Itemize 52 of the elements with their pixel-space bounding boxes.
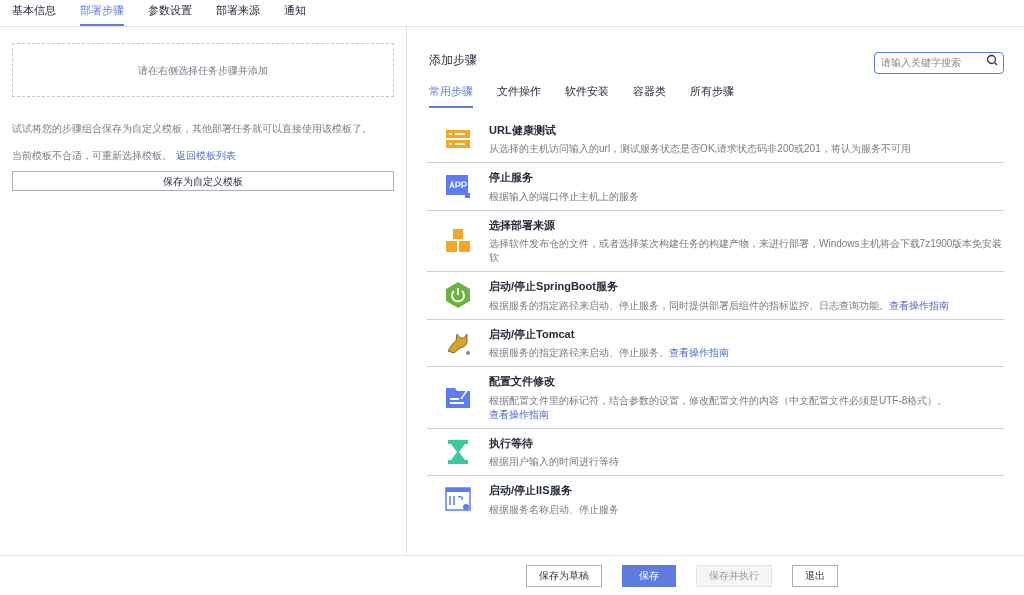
template-list-link[interactable]: 返回模板列表: [176, 148, 236, 163]
step-category-tab[interactable]: 容器类: [633, 83, 666, 108]
app-icon: [444, 172, 472, 201]
power-icon: [444, 281, 472, 310]
search-field[interactable]: 请输入关键字搜索: [874, 51, 1004, 74]
step-category-tab[interactable]: 常用步骤: [429, 83, 473, 108]
tab[interactable]: 通知: [284, 1, 306, 26]
save-template-button[interactable]: 保存为自定义模板: [12, 171, 394, 191]
window-icon: [444, 485, 472, 514]
step-description: 根据服务的指定路径来启动、停止服务。查看操作指南: [489, 346, 730, 360]
step-category-tab[interactable]: 所有步骤: [690, 83, 734, 108]
step-description: 根据服务的指定路径来启动、停止服务，同时提供部署后组件的指标监控、日志查询功能。查看操作指南: [489, 298, 950, 313]
step-title: 配置文件修改: [489, 374, 556, 389]
step-description: 从选择的主机访问输入的url，测试服务状态是否OK,请求状态码非200或201，将认为服务不可用: [489, 142, 912, 156]
step-category-tab[interactable]: 软件安装: [565, 83, 609, 108]
step-description: 选择软件发布仓的文件，或者选择某次构建任务的构建产物，来进行部署，Windows主机将会下载7z1900版本免安装软: [489, 237, 1004, 265]
step-title: 执行等待: [489, 435, 534, 451]
step-title: 启动/停止Tomcat: [489, 326, 576, 342]
template-tip: 试试将您的步骤组合保存为自定义模板，其他部署任务就可以直接使用该模板了。: [12, 122, 373, 136]
search-icon: [986, 54, 998, 66]
step-description: 根据输入的端口停止主机上的服务: [489, 189, 640, 204]
footer-button[interactable]: 保存为草稿: [526, 564, 602, 587]
tab[interactable]: 参数设置: [148, 1, 192, 26]
step-item[interactable]: 启动/停止Tomcat 根据服务的指定路径来启动、停止服务。查看操作指南: [427, 319, 1004, 367]
guide-link[interactable]: 查看操作指南: [889, 299, 949, 311]
step-description: 根据配置文件里的标记符，结合参数的设置，修改配置文件的内容（中文配置文件必须是UTF-8格式）。 查看操作指南: [489, 393, 949, 422]
step-item[interactable]: 选择部署来源 选择软件发布仓的文件，或者选择某次构建任务的构建产物，来进行部署，Windows主机将会下载7z1900版本免安装软: [427, 210, 1004, 272]
guide-link[interactable]: 查看操作指南: [669, 347, 729, 358]
step-item[interactable]: URL健康测试 从选择的主机访问输入的url，测试服务状态是否OK,请求状态码非200或201，将认为服务不可用: [427, 115, 1004, 163]
step-item[interactable]: 执行等待 根据用户输入的时间进行等待: [427, 428, 1004, 476]
step-item[interactable]: 启动/停止IIS服务 根据服务名称启动、停止服务: [427, 476, 1004, 523]
footer-button[interactable]: 退出: [792, 564, 838, 587]
footer-button[interactable]: 保存: [622, 564, 676, 587]
step-title: 停止服务: [489, 170, 534, 185]
step-title: 启动/停止IIS服务: [489, 483, 573, 498]
boxes-icon: [444, 226, 472, 255]
step-description: 根据用户输入的时间进行等待: [489, 455, 620, 469]
tab[interactable]: 部署来源: [216, 1, 260, 26]
guide-link[interactable]: 查看操作指南: [489, 408, 549, 420]
step-item[interactable]: 配置文件修改 根据配置文件里的标记符，结合参数的设置，修改配置文件的内容（中文配置文件必须是UTF-8格式）。 查看操作指南: [427, 367, 1004, 429]
tab[interactable]: 基本信息: [12, 1, 56, 26]
step-description: 根据服务名称启动、停止服务: [489, 502, 620, 517]
step-item[interactable]: 启动/停止SpringBoot服务 根据服务的指定路径来启动、停止服务，同时提供部署后组件的指标监控、日志查询功能。查看操作指南: [427, 272, 1004, 320]
tab[interactable]: 部署步骤: [80, 1, 124, 26]
step-category-tab[interactable]: 文件操作: [497, 83, 541, 108]
template-notice: 当前模板不合适，可重新选择模板。: [12, 149, 172, 163]
step-title: URL健康测试: [489, 122, 557, 138]
step-item[interactable]: 停止服务 根据输入的端口停止主机上的服务: [427, 163, 1004, 211]
step-title: 启动/停止SpringBoot服务: [489, 279, 619, 294]
panel-title: 添加步骤: [429, 52, 477, 69]
drop-hint: 请在右侧选择任务步骤并添加: [138, 63, 268, 78]
step-title: 选择部署来源: [489, 217, 556, 233]
